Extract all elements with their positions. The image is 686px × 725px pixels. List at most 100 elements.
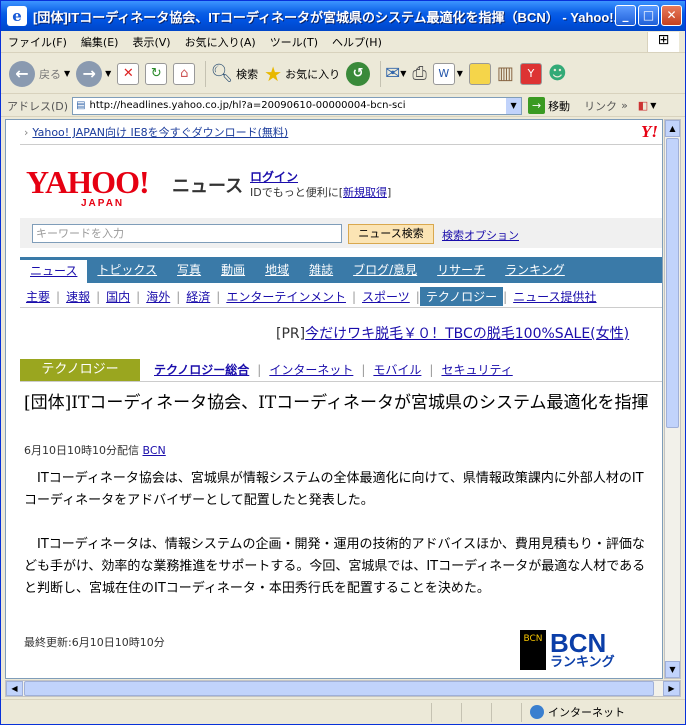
address-bar: アドレス(D) ▤ http://headlines.yahoo.co.jp/h… (1, 95, 685, 117)
msn-button[interactable]: ☻ (548, 63, 567, 84)
nav-video[interactable]: 動画 (211, 257, 255, 283)
scroll-right-icon[interactable]: ▶ (663, 681, 680, 696)
source-link[interactable]: BCN (143, 444, 166, 457)
windows-flag-icon: ⊞ (647, 32, 679, 52)
scroll-left-icon[interactable]: ◀ (6, 681, 23, 696)
stop-icon: ✕ (117, 62, 140, 85)
horizontal-scroll-thumb[interactable] (24, 681, 654, 696)
menu-view[interactable]: 表示(V) (125, 34, 177, 50)
go-button[interactable]: → 移動 (528, 97, 570, 114)
menu-help[interactable]: ヘルプ(H) (325, 34, 389, 50)
print-button[interactable]: ⎙ (412, 63, 426, 84)
favorites-button[interactable]: ★ お気に入り (264, 62, 340, 86)
subnav-technology[interactable]: テクノロジー (419, 287, 504, 306)
login-link[interactable]: ログイン (250, 168, 298, 185)
category-label: テクノロジー (20, 358, 140, 381)
close-button[interactable]: ✕ (661, 5, 682, 26)
maximize-button[interactable]: □ (638, 5, 659, 26)
nav-ranking[interactable]: ランキング (495, 257, 575, 283)
yahoo-logo[interactable]: YAHOO! JAPAN (26, 164, 150, 209)
subnav-flash[interactable]: 速報 (60, 288, 96, 305)
stop-button[interactable]: ✕ (117, 62, 140, 85)
scroll-up-icon[interactable]: ▲ (665, 120, 680, 137)
search-button[interactable]: 🔍︎ 検索 (210, 63, 258, 84)
subnav-main[interactable]: 主要 (20, 288, 56, 305)
news-search-button[interactable]: ニュース検索 (348, 224, 434, 244)
go-arrow-icon: → (528, 97, 546, 114)
nav-magazine[interactable]: 雑誌 (299, 257, 343, 283)
main-nav: ニュース トピックス 写真 動画 地域 雑誌 ブログ/意見 リサーチ ランキング (20, 257, 662, 283)
menu-edit[interactable]: 編集(E) (74, 34, 126, 50)
ie-icon: e (7, 6, 27, 26)
word-icon: W (432, 62, 455, 85)
back-button[interactable]: ← 戻る ▼ (9, 60, 70, 87)
category-bar: テクノロジー テクノロジー総合 | インターネット | モバイル | セキュリティ (20, 358, 662, 382)
cat-mobile[interactable]: モバイル (365, 361, 429, 378)
buddies-icon: ☻ (547, 63, 567, 84)
pr-ad-link[interactable]: 今だけワキ脱毛￥０！TBCの脱毛100%SALE(女性) (305, 326, 629, 342)
minimize-button[interactable]: _ (615, 5, 636, 26)
discuss-button[interactable] (468, 62, 491, 85)
history-button[interactable]: ↺ (346, 61, 371, 86)
horizontal-scrollbar[interactable]: ◀ ▶ (5, 680, 681, 697)
refresh-button[interactable]: ↻ (145, 62, 168, 85)
nav-research[interactable]: リサーチ (427, 257, 495, 283)
menu-file[interactable]: ファイル(F) (1, 34, 74, 50)
article-paragraph-2: ITコーディネータは、情報システムの企画・開発・運用の技術的アドバイスほか、費用… (24, 537, 646, 596)
search-options-link[interactable]: 検索オプション (442, 227, 519, 243)
address-dropdown-icon[interactable]: ▼ (506, 97, 522, 114)
subnav-entertainment[interactable]: エンターテインメント (220, 288, 352, 305)
cat-security[interactable]: セキュリティ (433, 361, 520, 378)
nav-photos[interactable]: 写真 (167, 257, 211, 283)
bcn-ranking-logo[interactable]: BCN BCN ランキング (520, 630, 615, 670)
messenger-button[interactable]: Y (519, 62, 542, 85)
links-button[interactable]: リンク» (584, 98, 628, 114)
nav-local[interactable]: 地域 (255, 257, 299, 283)
article-headline: [団体]ITコーディネータ協会、ITコーディネータが宮城県のシステム最適化を指揮 (24, 393, 649, 413)
nav-blog[interactable]: ブログ/意見 (343, 257, 427, 283)
menu-bar: ファイル(F) 編集(E) 表示(V) お気に入り(A) ツール(T) ヘルプ(… (1, 31, 685, 53)
address-input[interactable]: ▤ http://headlines.yahoo.co.jp/hl?a=2009… (72, 96, 523, 115)
menu-favorites[interactable]: お気に入り(A) (178, 34, 263, 50)
toolbar: ← 戻る ▼ → ▼ ✕ ↻ ⌂ 🔍︎ 検索 ★ お気に入り ↺ ✉ ▼ ⎙ W ▼ ▥ Y … (1, 54, 685, 94)
page-icon: ▤ (76, 100, 86, 111)
security-zone: インターネット (530, 704, 625, 720)
address-label: アドレス(D) (7, 99, 69, 113)
vertical-scrollbar[interactable]: ▲ ▼ (664, 119, 681, 679)
pr-ad: [PR]今だけワキ脱毛￥０！TBCの脱毛100%SALE(女性) (276, 326, 630, 342)
cat-internet[interactable]: インターネット (261, 361, 361, 378)
nav-topics[interactable]: トピックス (87, 257, 167, 283)
login-subtext: IDでもっと便利に[新規取得] (250, 186, 392, 199)
article-dateline: 6月10日10時10分配信 BCN (24, 444, 166, 457)
translate-button[interactable]: ◧ ▼ (638, 99, 657, 112)
refresh-icon: ↻ (145, 62, 168, 85)
subnav-domestic[interactable]: 国内 (100, 288, 136, 305)
menu-tools[interactable]: ツール(T) (263, 34, 325, 50)
page-content: › Yahoo! JAPAN向け IE8を今すぐダウンロード(無料) Y! YAH… (5, 119, 663, 679)
browser-window: e [団体]ITコーディネータ協会、ITコーディネータが宮城県のシステム最適化を… (0, 0, 686, 725)
back-arrow-icon: ← (9, 60, 35, 87)
edit-button[interactable]: W ▼ (432, 62, 463, 85)
research-button[interactable]: ▥ (497, 63, 514, 84)
books-icon: ▥ (496, 63, 514, 84)
home-button[interactable]: ⌂ (173, 62, 196, 85)
search-input[interactable]: キーワードを入力 (32, 224, 342, 243)
subnav-sports[interactable]: スポーツ (356, 288, 416, 305)
cat-tech-all[interactable]: テクノロジー総合 (146, 361, 257, 378)
star-icon: ★ (264, 61, 283, 86)
subnav-economy[interactable]: 経済 (180, 288, 216, 305)
scroll-down-icon[interactable]: ▼ (665, 661, 680, 678)
yahoo-small-logo[interactable]: Y! (641, 122, 658, 142)
subnav-world[interactable]: 海外 (140, 288, 176, 305)
mail-button[interactable]: ✉ ▼ (385, 63, 406, 84)
ie8-download-link[interactable]: › Yahoo! JAPAN向け IE8を今すぐダウンロード(無料) (24, 124, 288, 140)
register-link[interactable]: 新規取得 (343, 186, 387, 199)
translate-icon: ◧ (637, 99, 649, 112)
subnav-providers[interactable]: ニュース提供社 (507, 288, 602, 305)
sub-nav: 主要 | 速報 | 国内 | 海外 | 経済 | エンターテインメント | スポーツ | テク… (20, 286, 662, 308)
article-paragraph-1: ITコーディネータ協会は、宮城県が情報システムの全体最適化に向けて、県情報政策課… (24, 471, 644, 508)
forward-button[interactable]: → ▼ (76, 60, 111, 87)
search-icon: 🔍︎ (210, 63, 234, 84)
nav-news[interactable]: ニュース (20, 260, 88, 283)
vertical-scroll-thumb[interactable] (666, 138, 679, 428)
